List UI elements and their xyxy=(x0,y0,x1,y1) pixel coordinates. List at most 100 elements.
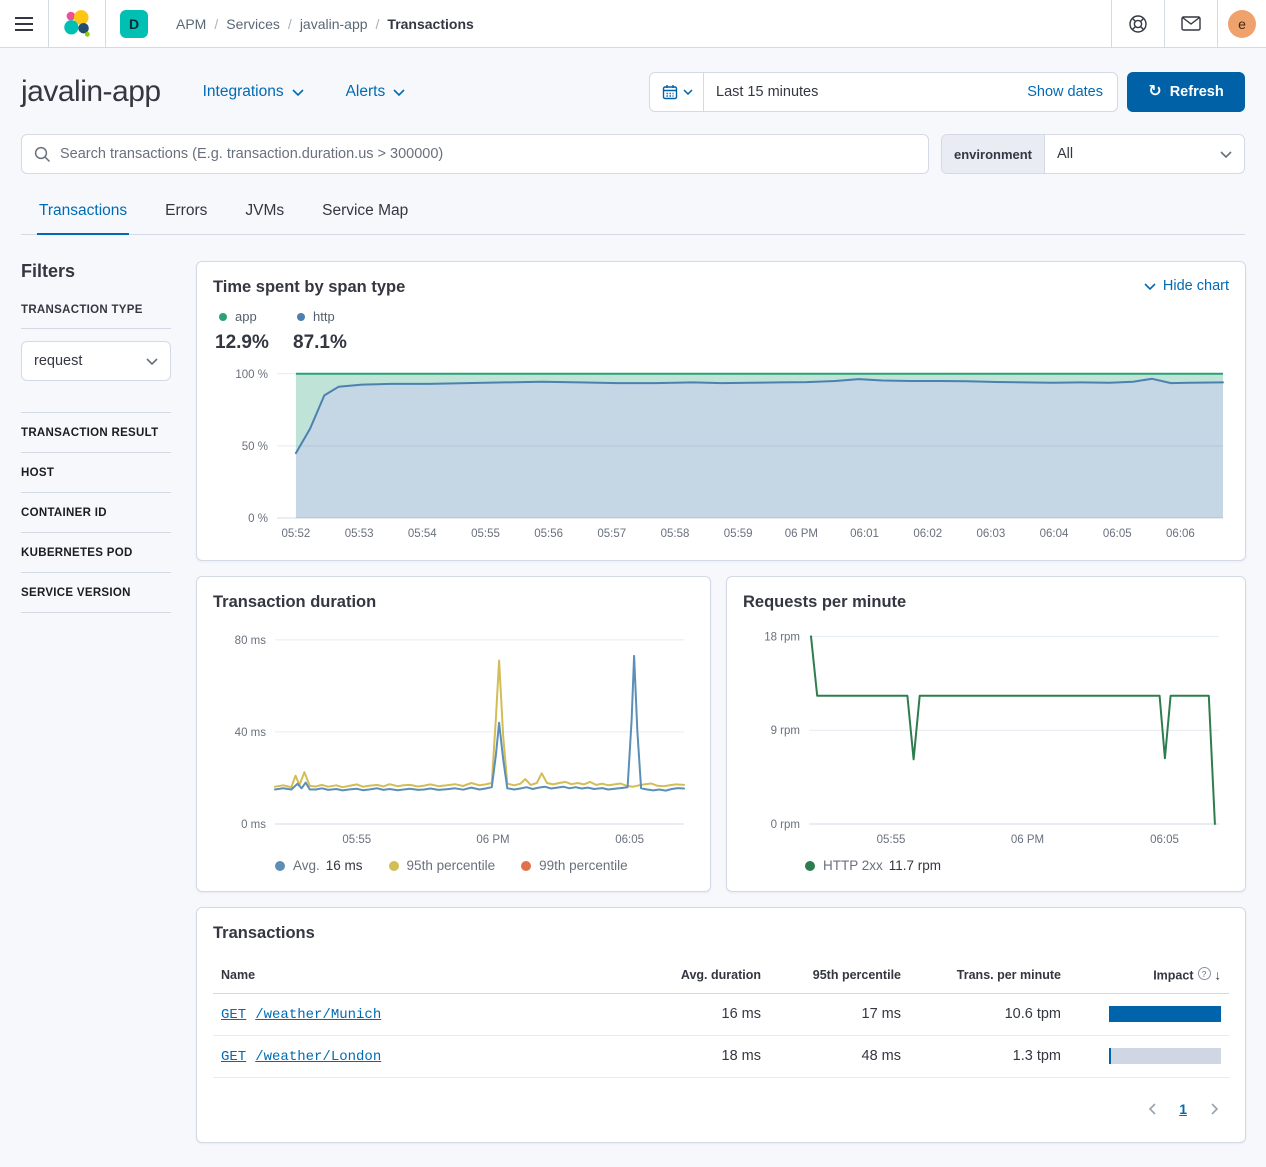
user-avatar[interactable]: e xyxy=(1228,10,1256,38)
legend-item-http2xx[interactable]: HTTP 2xx 11.7 rpm xyxy=(805,858,941,873)
svg-text:06 PM: 06 PM xyxy=(1011,834,1044,846)
tab-errors[interactable]: Errors xyxy=(163,196,209,234)
chevron-down-icon xyxy=(393,89,405,96)
svg-text:0 %: 0 % xyxy=(248,513,268,525)
legend-dot-avg xyxy=(275,861,285,871)
column-header-name: Name xyxy=(213,957,649,993)
svg-text:05:55: 05:55 xyxy=(877,834,906,846)
impact-bar xyxy=(1109,1048,1221,1064)
filters-title: Filters xyxy=(21,261,171,282)
previous-page-button[interactable] xyxy=(1141,1098,1163,1120)
alerts-menu-button[interactable]: Alerts xyxy=(346,83,406,101)
quick-select-date-button[interactable] xyxy=(650,73,704,111)
transaction-duration-card: Transaction duration 0 ms40 ms80 ms05:55… xyxy=(196,576,711,892)
newsfeed-button[interactable] xyxy=(1165,0,1217,47)
transaction-link-london[interactable]: GET/weather/London xyxy=(221,1049,381,1065)
help-button[interactable] xyxy=(1112,0,1164,47)
hamburger-icon xyxy=(15,17,33,31)
transaction-type-select[interactable]: request xyxy=(21,341,171,381)
breadcrumb-current: Transactions xyxy=(387,16,473,32)
svg-text:06:04: 06:04 xyxy=(1040,528,1069,540)
legend-dot-app xyxy=(219,313,227,321)
breadcrumb-separator: / xyxy=(214,16,218,32)
legend-item-95th[interactable]: 95th percentile xyxy=(389,858,496,873)
svg-text:0 rpm: 0 rpm xyxy=(771,819,800,831)
tab-jvms[interactable]: JVMs xyxy=(243,196,286,234)
environment-select[interactable]: environment All xyxy=(941,134,1245,174)
breadcrumb-apm[interactable]: APM xyxy=(176,16,206,32)
next-page-button[interactable] xyxy=(1203,1098,1225,1120)
breadcrumb-services[interactable]: Services xyxy=(226,16,280,32)
column-header-trans-per-minute: Trans. per minute xyxy=(909,957,1069,993)
help-icon xyxy=(1128,14,1148,34)
svg-text:50 %: 50 % xyxy=(242,441,268,453)
divider xyxy=(1217,0,1218,47)
page-number-1[interactable]: 1 xyxy=(1177,1101,1189,1117)
integrations-menu-button[interactable]: Integrations xyxy=(203,83,304,101)
time-range-value[interactable]: Last 15 minutes xyxy=(704,84,1013,100)
span-type-chart[interactable]: 0 %50 %100 %05:5205:5305:5405:5505:5605:… xyxy=(213,362,1229,544)
transactions-table: Name Avg. duration 95th percentile Trans… xyxy=(213,957,1229,1078)
transactions-table-title: Transactions xyxy=(213,924,1229,943)
avg-duration-value: 18 ms xyxy=(649,1035,769,1077)
menu-hamburger-button[interactable] xyxy=(0,0,48,47)
transaction-link-munich[interactable]: GET/weather/Munich xyxy=(221,1007,381,1023)
svg-text:06:02: 06:02 xyxy=(913,528,942,540)
date-picker: Last 15 minutes Show dates xyxy=(649,72,1118,112)
envelope-icon xyxy=(1181,16,1201,31)
svg-text:06 PM: 06 PM xyxy=(476,834,509,846)
tab-transactions[interactable]: Transactions xyxy=(37,196,129,234)
filter-container-id[interactable]: CONTAINER ID xyxy=(21,493,171,533)
search-transactions-input[interactable] xyxy=(60,146,916,162)
tab-service-map[interactable]: Service Map xyxy=(320,196,410,234)
filter-service-version[interactable]: SERVICE VERSION xyxy=(21,573,171,613)
space-badge[interactable]: D xyxy=(120,10,148,38)
calendar-icon xyxy=(662,84,678,100)
span-chart-title: Time spent by span type xyxy=(213,278,405,297)
chevron-right-icon xyxy=(1210,1103,1219,1115)
legend-item-99th[interactable]: 99th percentile xyxy=(521,858,628,873)
duration-chart-title: Transaction duration xyxy=(213,593,694,612)
legend-item-http[interactable]: http xyxy=(293,309,335,324)
elastic-logo xyxy=(49,0,105,47)
chevron-down-icon xyxy=(1144,283,1156,290)
svg-text:06:06: 06:06 xyxy=(1166,528,1195,540)
filter-transaction-result[interactable]: TRANSACTION RESULT xyxy=(21,413,171,453)
divider xyxy=(105,0,106,47)
environment-value: All xyxy=(1045,146,1220,162)
filter-host[interactable]: HOST xyxy=(21,453,171,493)
svg-text:18 rpm: 18 rpm xyxy=(764,631,800,643)
question-icon[interactable]: ? xyxy=(1198,967,1211,980)
legend-item-app[interactable]: app xyxy=(215,309,257,324)
table-row: GET/weather/London 18 ms 48 ms 1.3 tpm xyxy=(213,1035,1229,1077)
legend-dot-http xyxy=(297,313,305,321)
breadcrumb-separator: / xyxy=(288,16,292,32)
transactions-table-card: Transactions Name Avg. duration 95th per… xyxy=(196,907,1246,1143)
svg-text:06:01: 06:01 xyxy=(850,528,879,540)
breadcrumb: APM / Services / javalin-app / Transacti… xyxy=(162,0,474,47)
chevron-left-icon xyxy=(1148,1103,1157,1115)
filter-kubernetes-pod[interactable]: KUBERNETES POD xyxy=(21,533,171,573)
breadcrumb-service-name[interactable]: javalin-app xyxy=(300,16,368,32)
svg-text:05:52: 05:52 xyxy=(282,528,311,540)
requests-per-minute-card: Requests per minute 0 rpm9 rpm18 rpm05:5… xyxy=(726,576,1246,892)
sort-descending-icon: ↓ xyxy=(1215,968,1222,983)
app-percentage: 12.9% xyxy=(215,332,293,354)
svg-text:06:05: 06:05 xyxy=(1103,528,1132,540)
requests-per-minute-chart[interactable]: 0 rpm9 rpm18 rpm05:5506 PM06:05 xyxy=(743,618,1229,850)
transaction-duration-chart[interactable]: 0 ms40 ms80 ms05:5506 PM06:05 xyxy=(213,618,694,850)
service-tabs: Transactions Errors JVMs Service Map xyxy=(21,196,1245,235)
column-header-impact[interactable]: Impact?↓ xyxy=(1069,957,1229,993)
column-header-95th-percentile: 95th percentile xyxy=(769,957,909,993)
column-header-avg-duration: Avg. duration xyxy=(649,957,769,993)
avg-duration-value: 16 ms xyxy=(649,993,769,1035)
show-dates-button[interactable]: Show dates xyxy=(1013,84,1117,100)
refresh-button[interactable]: ↻ Refresh xyxy=(1127,72,1245,112)
breadcrumb-separator: / xyxy=(376,16,380,32)
svg-text:05:55: 05:55 xyxy=(471,528,500,540)
hide-chart-button[interactable]: Hide chart xyxy=(1144,278,1229,294)
pagination: 1 xyxy=(213,1078,1229,1126)
legend-dot-http2xx xyxy=(805,861,815,871)
legend-item-avg[interactable]: Avg. 16 ms xyxy=(275,858,363,873)
svg-text:06:05: 06:05 xyxy=(615,834,644,846)
